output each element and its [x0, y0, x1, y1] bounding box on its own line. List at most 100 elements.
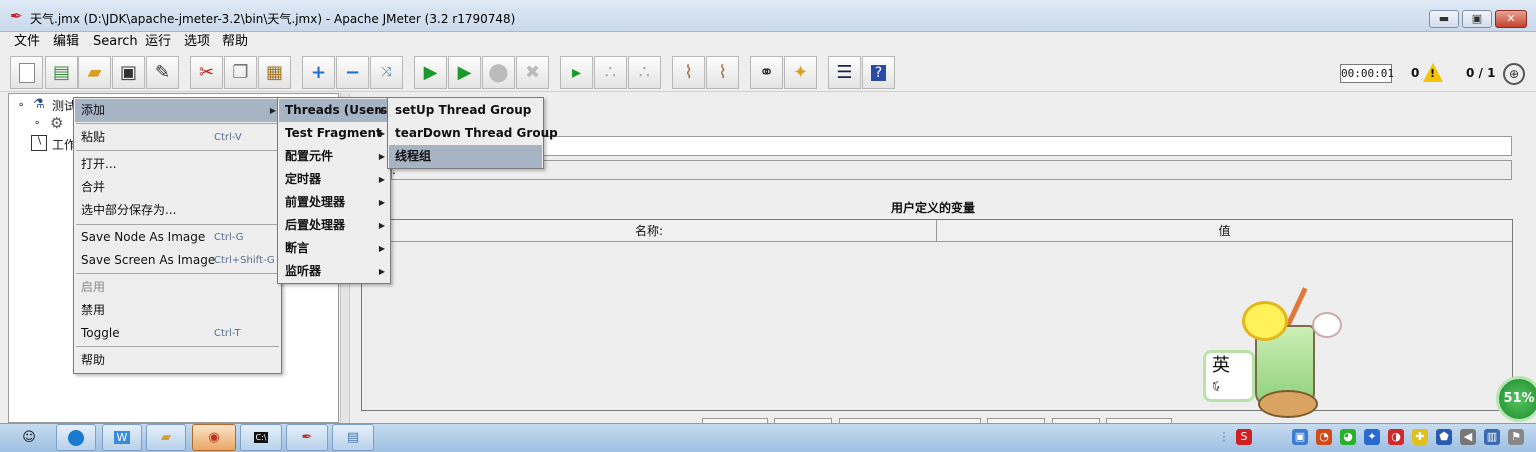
help-icon[interactable]: ? [862, 56, 895, 89]
tray-flag-icon[interactable]: ⚑ [1508, 429, 1524, 445]
active-threads-count: 0 / 1 [1466, 66, 1496, 80]
submenu-threads[interactable]: Threads (Users) ▶ [279, 99, 393, 122]
search-icon[interactable]: ⚭ [750, 56, 783, 89]
menu-search[interactable]: Search [93, 33, 138, 50]
tray-speed-badge[interactable]: 51% [1496, 376, 1536, 422]
workbench-icon: ∖ [31, 135, 47, 151]
start-icon[interactable]: ▶ [414, 56, 447, 89]
submenu-pre-processors[interactable]: 前置处理器 ▶ [279, 191, 389, 214]
menu-item-teardown-thread-group[interactable]: tearDown Thread Group [389, 122, 558, 145]
user-vars-table[interactable] [361, 219, 1513, 411]
open-icon[interactable]: ▰ [78, 56, 111, 89]
tray-security-icon[interactable]: ◔ [1316, 429, 1332, 445]
sticker-base [1258, 390, 1318, 418]
menu-item-disable[interactable]: 禁用 [75, 299, 280, 322]
jmeter-feather-icon: ✒ [10, 7, 23, 25]
tree-handle-icon[interactable]: ⚬ [17, 100, 31, 114]
minimize-button[interactable]: ▬ [1429, 10, 1459, 28]
tray-weibo-icon[interactable]: ◑ [1388, 429, 1404, 445]
taskbar-app-notepad[interactable]: ▤ [332, 424, 374, 451]
taskbar-app-w[interactable]: W [102, 424, 142, 451]
clear-icon[interactable]: ⌇ [672, 56, 705, 89]
menu-item-paste[interactable]: 粘贴 Ctrl-V [75, 126, 280, 149]
menu-item-setup-thread-group[interactable]: setUp Thread Group [389, 99, 542, 122]
tray-box-icon[interactable]: ▣ [1292, 429, 1308, 445]
column-value-header[interactable]: 值 [937, 220, 1512, 242]
close-button[interactable]: ✕ [1495, 10, 1527, 28]
menu-item-thread-group[interactable]: 线程组 [389, 145, 542, 168]
warning-mark: ! [1430, 67, 1436, 80]
tray-app-icon[interactable]: ✦ [1364, 429, 1380, 445]
reset-search-icon[interactable]: ✦ [784, 56, 817, 89]
remote-start-icon[interactable]: ▸ [560, 56, 593, 89]
sticker-lemon [1242, 301, 1288, 341]
menu-item-toggle[interactable]: Toggle Ctrl-T [75, 322, 280, 345]
copy-icon[interactable]: ❐ [224, 56, 257, 89]
add-submenu: Threads (Users) ▶ Test Fragment ▶ 配置元件 ▶ 定时… [277, 97, 393, 284]
shutdown-icon[interactable]: ✖ [516, 56, 549, 89]
menu-item-enable: 启用 [81, 280, 106, 294]
maximize-button[interactable]: ▣ [1462, 10, 1492, 28]
expand-icon[interactable]: + [302, 56, 335, 89]
context-menu: 添加 ▶ 粘贴 Ctrl-V 打开... 合并 选中部分保存为... Save No… [73, 97, 282, 374]
tray-wechat-icon[interactable]: ◕ [1340, 429, 1356, 445]
collapse-icon[interactable]: − [336, 56, 369, 89]
start-no-pause-icon[interactable]: ▶ [448, 56, 481, 89]
function-helper-icon[interactable]: ☰ [828, 56, 861, 89]
toggle-icon[interactable]: ⤨ [370, 56, 403, 89]
menu-options[interactable]: 选项 [184, 33, 210, 50]
elapsed-timer: 00:00:01 [1340, 64, 1394, 83]
menu-run[interactable]: 运行 [145, 33, 171, 50]
testplan-icon: ⚗ [33, 97, 45, 112]
clear-all-icon[interactable]: ⌇ [706, 56, 739, 89]
menu-item-merge[interactable]: 合并 [75, 176, 280, 199]
submenu-listeners[interactable]: 监听器 ▶ [279, 260, 389, 283]
window-title: 天气.jmx (D:\JDK\apache-jmeter-3.2\bin\天气.… [30, 12, 516, 26]
save-icon[interactable]: ▣ [112, 56, 145, 89]
threads-submenu: setUp Thread Group tearDown Thread Group… [387, 97, 558, 169]
new-icon[interactable] [10, 56, 43, 89]
paste-icon[interactable]: ▦ [258, 56, 291, 89]
error-count: 0 [1411, 66, 1420, 80]
submenu-timers[interactable]: 定时器 ▶ [279, 168, 389, 191]
tree-handle-icon[interactable]: ⚬ [33, 118, 47, 132]
taskbar-app-browser[interactable] [56, 424, 96, 451]
cut-icon[interactable]: ✂ [190, 56, 223, 89]
start-orb-icon[interactable]: ☺ [10, 424, 48, 451]
menu-item-save-screen-image[interactable]: Save Screen As Image Ctrl+Shift-G [75, 249, 280, 272]
tray-network-icon[interactable]: ▥ [1484, 429, 1500, 445]
name-field[interactable] [391, 136, 1512, 156]
menu-item-help[interactable]: 帮助 [75, 349, 280, 372]
ime-punct: ·, [1212, 377, 1221, 392]
comment-field[interactable] [391, 160, 1512, 180]
taskbar-app-cmd[interactable]: C:\ [240, 424, 282, 451]
tray-sogou-icon[interactable]: S [1236, 429, 1252, 445]
taskbar-app-jmeter[interactable]: ✒ [286, 424, 328, 451]
tray-plus-icon[interactable]: ✚ [1412, 429, 1428, 445]
sticker-bunny [1312, 312, 1342, 338]
remote-stop-icon[interactable]: ∴ [594, 56, 627, 89]
menu-item-save-selection[interactable]: 选中部分保存为... [75, 199, 280, 222]
tray-volume-icon[interactable]: ◀ [1460, 429, 1476, 445]
menu-edit[interactable]: 编辑 [53, 33, 79, 50]
remote-shutdown-icon[interactable]: ∴ [628, 56, 661, 89]
ime-widget[interactable]: 英 ☾ [1203, 350, 1255, 402]
menu-item-add[interactable]: 添加 ▶ [75, 99, 280, 122]
fullscreen-icon[interactable]: ⊕ [1503, 63, 1525, 85]
submenu-test-fragment[interactable]: Test Fragment ▶ [279, 122, 389, 145]
taskbar-app-explorer[interactable]: ▰ [146, 424, 186, 451]
menu-item-open[interactable]: 打开... [75, 153, 280, 176]
submenu-post-processors[interactable]: 后置处理器 ▶ [279, 214, 389, 237]
save-as-icon[interactable]: ✎ [146, 56, 179, 89]
taskbar-app-chrome[interactable]: ◉ [192, 424, 236, 451]
submenu-assertions[interactable]: 断言 ▶ [279, 237, 389, 260]
tray-shield-icon[interactable]: ⬟ [1436, 429, 1452, 445]
menu-item-save-node-image[interactable]: Save Node As Image Ctrl-G [75, 226, 280, 249]
gear-icon: ⚙ [50, 114, 64, 132]
menu-help[interactable]: 帮助 [222, 33, 248, 50]
submenu-config-elements[interactable]: 配置元件 ▶ [279, 145, 389, 168]
column-name-header[interactable]: 名称: [362, 220, 937, 242]
menu-file[interactable]: 文件 [14, 33, 40, 50]
templates-icon[interactable]: ▤ [45, 56, 78, 89]
stop-icon[interactable]: ⬤ [482, 56, 515, 89]
